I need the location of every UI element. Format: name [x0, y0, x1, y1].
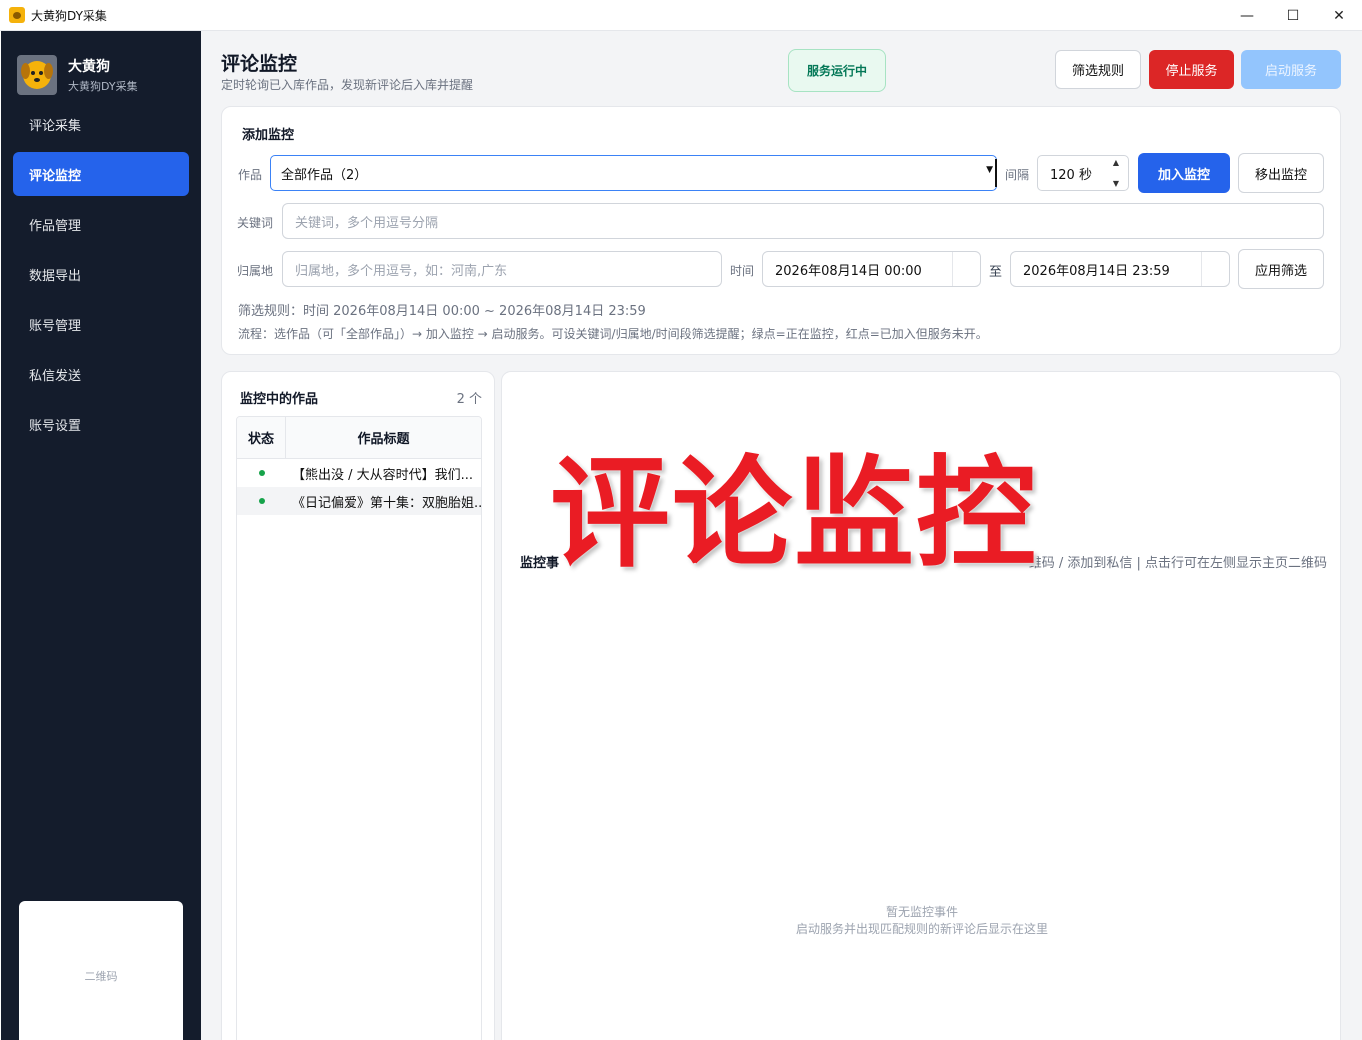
brand-subtitle: 大黄狗DY采集 — [68, 80, 138, 93]
time-range-separator: 至 — [989, 265, 1003, 280]
status-dot-icon — [237, 498, 286, 504]
dog-avatar-icon — [17, 55, 57, 95]
interval-spinbox[interactable]: 120 秒 ▲ ▼ — [1037, 155, 1129, 191]
maximize-button[interactable]: ☐ — [1270, 0, 1316, 31]
sidebar-nav: 评论采集 评论监控 作品管理 数据导出 账号管理 私信发送 账号设置 — [13, 102, 189, 452]
interval-label: 间隔 — [1005, 168, 1030, 182]
apply-filter-button[interactable]: 应用筛选 — [1238, 249, 1324, 289]
empty-state-title: 暂无监控事件 — [885, 905, 958, 919]
keyword-label: 关键词 — [237, 216, 274, 230]
window-title: 大黄狗DY采集 — [31, 8, 107, 23]
work-title: 【熊出没 / 大从容时代】我们... — [292, 467, 474, 483]
events-hint: 维码 / 添加到私信 | 点击行可在左侧显示主页二维码 — [1028, 556, 1327, 571]
work-select-value: 全部作品（2） — [281, 167, 368, 183]
sidebar-item-messages[interactable]: 私信发送 — [13, 352, 189, 396]
page-title: 评论监控 — [221, 53, 298, 75]
filter-rule-text: 筛选规则：时间 2026年08月14日 00:00 ~ 2026年08月14日 … — [238, 304, 646, 319]
table-header: 状态 作品标题 — [237, 417, 481, 459]
flow-hint-text: 流程：选作品（可「全部作品」）→ 加入监控 → 启动服务。可设关键词/归属地/时… — [238, 327, 988, 341]
monitor-table: 状态 作品标题 【熊出没 / 大从容时代】我们... 《日记偏爱》第十集：双胞胎… — [236, 416, 482, 1040]
work-select[interactable]: 全部作品（2） ▼ — [270, 155, 997, 191]
table-row[interactable]: 【熊出没 / 大从容时代】我们... — [237, 459, 481, 487]
spin-up-icon[interactable]: ▲ — [1113, 158, 1119, 167]
table-row[interactable]: 《日记偏爱》第十集：双胞胎姐... — [237, 487, 481, 515]
time-end-value: 2026年08月14日 23:59 — [1023, 263, 1170, 279]
time-start-value: 2026年08月14日 00:00 — [775, 263, 922, 279]
monitor-count: 2 个 — [456, 392, 482, 407]
monitor-list-card: 监控中的作品 2 个 状态 作品标题 【熊出没 / 大从容时代】我们... 《日… — [221, 371, 495, 1040]
sidebar-item-comment-collect[interactable]: 评论采集 — [13, 102, 189, 146]
overlay-caption: 评论监控 — [547, 445, 1039, 584]
sidebar-item-export[interactable]: 数据导出 — [13, 252, 189, 296]
sidebar-item-settings[interactable]: 账号设置 — [13, 402, 189, 446]
monitor-list-title: 监控中的作品 — [240, 392, 319, 407]
sidebar-item-accounts[interactable]: 账号管理 — [13, 302, 189, 346]
window-controls: — ☐ ✕ — [1224, 0, 1362, 31]
sidebar: 大黄狗 大黄狗DY采集 评论采集 评论监控 作品管理 数据导出 账号管理 私信发… — [1, 31, 201, 1040]
interval-value: 120 秒 — [1050, 167, 1092, 183]
app-logo-icon — [9, 7, 25, 23]
region-input[interactable]: 归属地，多个用逗号，如：河南,广东 — [282, 251, 722, 287]
start-service-button[interactable]: 启动服务 — [1241, 50, 1341, 89]
add-monitor-title: 添加监控 — [242, 128, 295, 143]
time-start-picker[interactable]: 2026年08月14日 00:00 — [762, 251, 981, 287]
column-header-title[interactable]: 作品标题 — [286, 417, 481, 458]
close-button[interactable]: ✕ — [1316, 0, 1362, 31]
title-bar: 大黄狗DY采集 — ☐ ✕ — [0, 0, 1362, 31]
empty-state-subtitle: 启动服务并出现匹配规则的新评论后显示在这里 — [795, 922, 1048, 936]
work-title: 《日记偏爱》第十集：双胞胎姐... — [292, 495, 481, 511]
column-header-status[interactable]: 状态 — [237, 417, 286, 458]
region-label: 归属地 — [237, 264, 274, 278]
page-subtitle: 定时轮询已入库作品，发现新评论后入库并提醒 — [221, 78, 474, 92]
filter-rules-button[interactable]: 筛选规则 — [1055, 50, 1141, 89]
time-label: 时间 — [730, 264, 755, 278]
stop-service-button[interactable]: 停止服务 — [1149, 50, 1234, 89]
calendar-icon[interactable] — [952, 252, 980, 286]
service-status-badge: 服务运行中 — [788, 49, 886, 92]
work-label: 作品 — [238, 168, 263, 182]
brand: 大黄狗 大黄狗DY采集 — [17, 55, 138, 95]
calendar-icon[interactable] — [1201, 252, 1229, 286]
time-end-picker[interactable]: 2026年08月14日 23:59 — [1010, 251, 1230, 287]
qr-code-placeholder: 二维码 — [19, 901, 183, 1040]
keyword-input[interactable]: 关键词，多个用逗号分隔 — [282, 203, 1324, 239]
add-monitor-card: 添加监控 作品 全部作品（2） ▼ 间隔 120 秒 ▲ ▼ 加入监控 移出监控 … — [221, 106, 1341, 355]
add-monitor-button[interactable]: 加入监控 — [1138, 153, 1230, 193]
remove-monitor-button[interactable]: 移出监控 — [1238, 153, 1324, 193]
sidebar-item-comment-monitor[interactable]: 评论监控 — [13, 152, 189, 196]
spin-down-icon[interactable]: ▼ — [1113, 179, 1119, 188]
minimize-button[interactable]: — — [1224, 0, 1270, 31]
brand-name: 大黄狗 — [68, 59, 110, 75]
status-dot-icon — [237, 470, 286, 476]
chevron-down-icon: ▼ — [986, 165, 993, 175]
sidebar-item-works[interactable]: 作品管理 — [13, 202, 189, 246]
